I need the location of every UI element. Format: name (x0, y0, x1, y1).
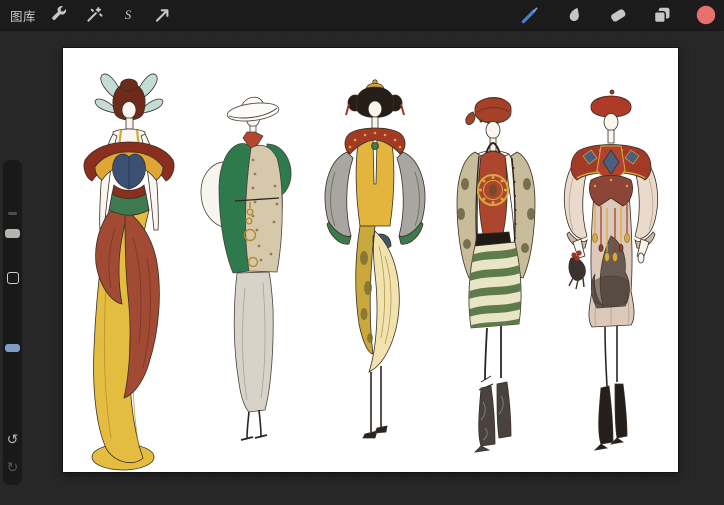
top-toolbar: 图库 S (0, 0, 724, 30)
erase-tool-button[interactable] (608, 5, 628, 25)
color-swatch-icon (696, 5, 716, 25)
selection-s-icon: S (125, 7, 132, 23)
color-button[interactable] (696, 5, 716, 25)
gallery-button[interactable]: 图库 (10, 6, 36, 25)
fashion-figure-4 (431, 82, 561, 487)
fashion-figure-2 (191, 88, 321, 493)
fashion-figure-3 (313, 76, 443, 481)
transform-button[interactable] (152, 5, 172, 25)
toolbar-left-group: 图库 S (0, 5, 172, 25)
look-1-illustration (67, 68, 197, 473)
wrench-icon (50, 5, 70, 25)
adjustments-button[interactable] (84, 5, 104, 25)
redo-button[interactable]: ↻ (3, 460, 22, 474)
look-4-illustration (431, 82, 561, 487)
look-2-illustration (191, 88, 321, 493)
brush-size-slider[interactable] (5, 229, 20, 238)
brush-sidebar: ↺ ↻ (3, 160, 22, 485)
fashion-figure-5 (549, 86, 679, 491)
drawing-canvas[interactable] (63, 48, 678, 472)
eraser-icon (608, 5, 628, 25)
brush-icon (520, 5, 540, 25)
opacity-slider[interactable] (5, 344, 20, 352)
modify-button[interactable] (7, 272, 19, 284)
look-3-illustration (313, 76, 443, 481)
toolbar-right-group (520, 5, 724, 25)
transform-arrow-icon (152, 5, 172, 25)
look-5-illustration (549, 86, 679, 491)
undo-button[interactable]: ↺ (3, 432, 22, 446)
layers-button[interactable] (652, 5, 672, 25)
fashion-figure-1 (67, 68, 197, 473)
layers-icon (652, 5, 672, 25)
slider-tick (8, 212, 17, 215)
actions-button[interactable] (50, 5, 70, 25)
smudge-icon (564, 5, 584, 25)
smudge-tool-button[interactable] (564, 5, 584, 25)
magic-wand-icon (84, 5, 104, 25)
paint-tool-button[interactable] (520, 5, 540, 25)
selection-button[interactable]: S (118, 5, 138, 25)
